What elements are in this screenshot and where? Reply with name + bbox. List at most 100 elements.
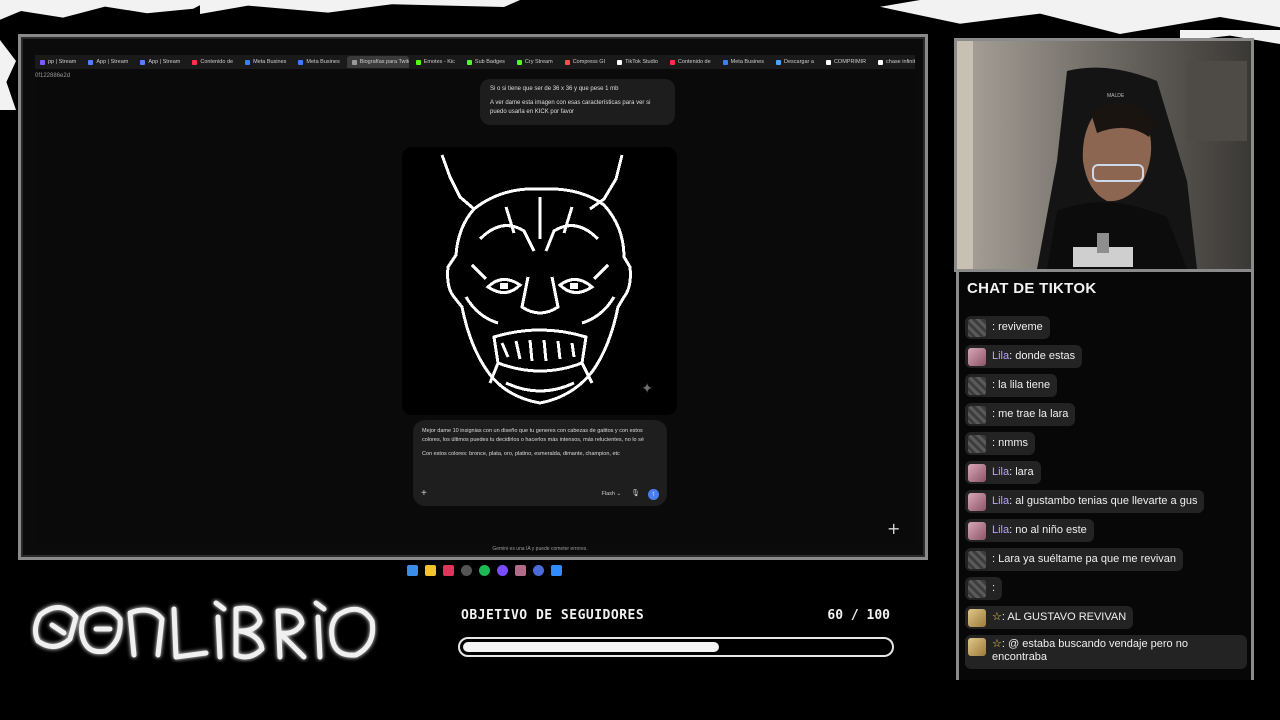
browser-tab-bar: pp | Stream App | Stream App | Stream Conte… [35,55,915,69]
chat-message-text: : AL GUSTAVO REVIVAN [1001,611,1127,623]
tab-favicon-icon [669,59,675,65]
chat-message-body: ☆: AL GUSTAVO REVIVAN [992,611,1126,624]
streamer-logo [30,595,380,675]
chat-message-text: : @ estaba buscando vendaje pero no enco… [992,638,1188,663]
brush-stroke [0,0,210,20]
add-attachment-icon[interactable]: + [421,489,427,499]
send-button[interactable]: ↑ [648,488,659,500]
chat-message-text: : la lila tiene [992,379,1051,391]
tab-label: Cry Stream [524,59,553,65]
tab-label: Contenido de [200,59,234,65]
star-badge-icon: ☆ [992,611,1002,623]
browser-tab[interactable]: Contenido de [665,56,716,68]
tab-label: Meta Busines [730,59,764,65]
user-message-line: A ver dame esta imagen con esas caracter… [490,100,651,115]
browser-tab[interactable]: pp | Stream [35,56,81,68]
file-explorer-icon[interactable] [425,564,436,576]
tab-favicon-icon [40,59,45,65]
user-message-line: Si o si tiene que ser de 36 x 36 y que p… [490,86,619,92]
browser-tab[interactable]: Sub Badges [462,56,510,68]
brush-stroke [880,0,1280,34]
browser-tab[interactable]: Emotes - Kic [411,56,460,68]
app-icon[interactable] [443,564,454,576]
tab-label: Emotes - Kic [423,59,455,65]
follower-goal-progress-fill [463,642,719,652]
browser-tab[interactable]: COMPRIMIR [821,56,871,68]
chat-message-body: Lila: no al niño este [992,524,1087,537]
avatar [968,492,986,511]
microphone-icon[interactable]: 🎙 [631,490,640,499]
chat-message-body: Lila: donde estas [992,350,1075,363]
browser-tab[interactable]: Meta Busines [718,56,769,68]
browser-tab[interactable]: Contenido de [187,56,238,68]
prompt-text: Mejor dame 10 insignias con un diseño qu… [422,428,644,443]
tab-favicon-icon [192,59,198,65]
browser-tab[interactable]: chase infinit [873,56,915,68]
chat-message-text: : lara [1009,466,1034,478]
brush-stroke [0,40,16,110]
avatar [968,521,986,540]
chat-message: Lila: donde estas [965,345,1083,368]
tab-label: Biografías para Twitch [359,59,409,65]
app-icon[interactable] [551,564,562,576]
browser-tab[interactable]: App | Stream [83,56,133,68]
chat-message: ☆: AL GUSTAVO REVIVAN [965,606,1134,629]
chat-message: : la lila tiene [965,374,1058,397]
chat-title: CHAT DE TIKTOK [967,280,1097,297]
app-icon[interactable] [515,564,526,576]
tab-label: Sub Badges [474,59,505,65]
avatar [968,638,986,656]
screen-capture-frame: pp | Stream App | Stream App | Stream Conte… [18,34,928,576]
browser-tab[interactable]: Biografías para Twitch [346,56,409,68]
chat-message: Lila: lara [965,461,1041,484]
follower-goal-label: OBJETIVO DE SEGUIDORES [461,608,645,623]
tab-favicon-icon [516,59,522,65]
tiktok-chat-panel: CHAT DE TIKTOK : reviveme Lila: donde est… [956,272,1254,680]
model-selector-label: Flash [601,490,615,497]
chrome-icon[interactable] [461,564,472,576]
gothic-logo-art [32,600,376,660]
windows-start-icon[interactable] [407,564,418,576]
follower-goal-count: 60 / 100 [827,608,890,623]
follower-goal-progress-bar [458,637,894,657]
browser-tab[interactable]: TikTok Studio [612,56,663,68]
avatar [968,347,986,366]
chat-username: Lila [992,524,1010,536]
tab-favicon-icon [564,59,570,65]
tab-label: TikTok Studio [625,59,658,65]
tab-favicon-icon [617,59,623,65]
prompt-input-box[interactable]: Mejor dame 10 insignias con un diseño qu… [413,420,667,506]
chat-message-text: : nmms [992,437,1029,449]
app-icon[interactable] [497,564,508,576]
new-chat-plus-icon[interactable]: + [887,519,900,538]
brush-stroke [200,0,520,14]
spotify-icon[interactable] [479,564,490,576]
discord-icon[interactable] [533,564,544,576]
chat-message-body: : Lara ya suéltame pa que me revivan [992,553,1176,566]
gemini-chat-page: 0f122886e2d Si o si tiene que ser de 36 … [35,69,915,576]
browser-tab[interactable]: Compress GI [560,56,610,68]
avatar [968,405,986,424]
chat-message-text: : Lara ya suéltame pa que me revivan [992,553,1177,565]
model-selector[interactable]: Flash ⌄ [602,490,622,499]
chat-message-body: Lila: al gustambo tenias que llevarte a … [992,495,1197,508]
tab-favicon-icon [88,59,94,65]
avatar [968,579,986,598]
sparkle-icon: ✦ [641,381,653,397]
webcam-image: MALDE [957,41,1251,269]
browser-tab[interactable]: App | Stream [135,56,185,68]
tab-favicon-icon [415,59,421,65]
avatar [968,318,986,337]
browser-tab[interactable]: Meta Busines [240,56,291,68]
browser-tab[interactable]: Descargar a [771,56,819,68]
browser-tab[interactable]: Cry Stream [512,56,558,68]
tab-favicon-icon [825,59,831,65]
prompt-toolbar: + Flash ⌄ 🎙 ↑ [421,488,659,500]
tab-label: Descargar a [783,59,814,65]
browser-tab[interactable]: Meta Busines [293,56,344,68]
chat-username: Lila [992,350,1010,362]
generated-oni-mask-image[interactable]: ✦ [402,147,677,415]
chair-logo: MALDE [1107,93,1125,99]
avatar [968,463,986,482]
prompt-text: Con estos colores: bronce, plata, oro, p… [422,451,620,457]
